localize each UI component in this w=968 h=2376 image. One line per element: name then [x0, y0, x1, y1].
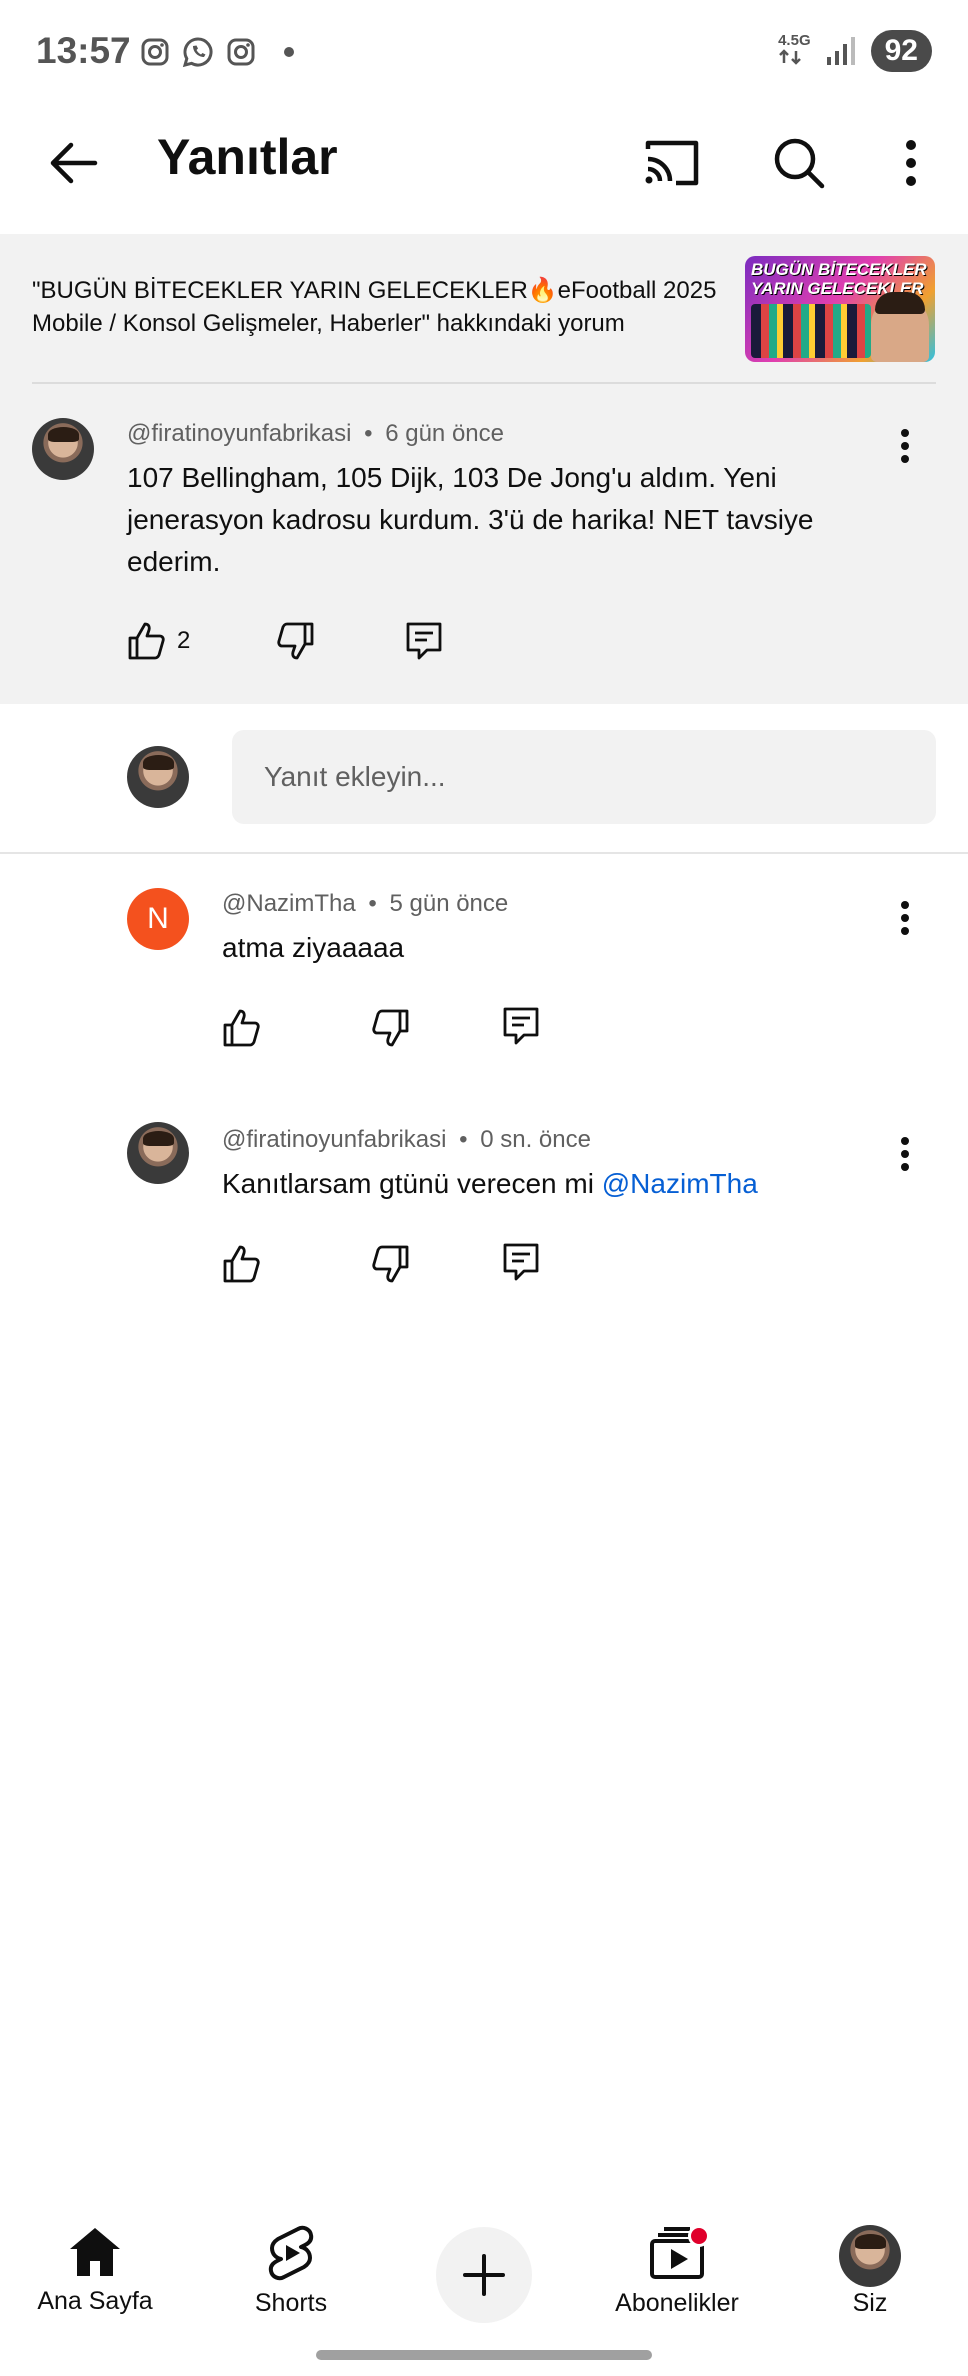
comment-time: 6 gün önce	[385, 420, 504, 447]
shorts-icon	[268, 2225, 314, 2281]
comment-text: Kanıtlarsam gtünü verecen mi @NazimTha	[222, 1163, 882, 1205]
nav-shorts-label: Shorts	[254, 2289, 328, 2317]
comment-time: 5 gün önce	[389, 890, 509, 917]
status-bar: 13:57 4.5G 92	[0, 0, 968, 108]
data-arrows-icon	[779, 48, 801, 65]
comment-text: 107 Bellingham, 105 Dijk, 103 De Jong'u …	[127, 462, 814, 577]
video-context-header[interactable]: "BUGÜN BİTECEKLER YARIN GELECEKLER🔥eFoot…	[0, 234, 968, 384]
reply-button[interactable]	[502, 1242, 540, 1282]
nav-subscriptions[interactable]: Abonelikler	[592, 2225, 762, 2335]
avatar[interactable]	[127, 1122, 189, 1184]
search-icon	[774, 138, 825, 189]
status-indicators: 4.5G 92	[778, 30, 932, 72]
comment-author[interactable]: @firatinoyunfabrikasi	[127, 420, 351, 447]
new-content-dot-icon	[688, 2225, 710, 2247]
comment-meta: @firatinoyunfabrikasi • 0 sn. önce	[222, 1126, 591, 1154]
thumbs-up-icon	[223, 1245, 260, 1283]
cast-icon	[645, 140, 699, 186]
dislike-button[interactable]	[370, 1008, 410, 1048]
nav-you-label: Siz	[852, 2289, 888, 2317]
nav-home-label: Ana Sayfa	[37, 2287, 153, 2315]
avatar[interactable]: N	[127, 888, 189, 950]
comment-author[interactable]: @firatinoyunfabrikasi	[222, 1126, 446, 1153]
reply-button[interactable]	[502, 1006, 540, 1046]
cast-button[interactable]	[633, 124, 711, 202]
home-indicator[interactable]	[316, 2350, 652, 2360]
video-thumbnail[interactable]: BUGÜN BİTECEKLER YARIN GELECEKLER	[745, 256, 935, 362]
dislike-button[interactable]	[370, 1244, 410, 1284]
mention-link[interactable]: @NazimTha	[602, 1168, 758, 1199]
more-vert-icon	[901, 429, 909, 463]
video-comment-context: "BUGÜN BİTECEKLER YARIN GELECEKLER🔥eFoot…	[32, 277, 717, 337]
comment-menu-button[interactable]	[883, 1124, 927, 1184]
thumbs-down-icon	[277, 622, 314, 660]
comment-icon	[503, 1007, 539, 1045]
status-app-icons	[140, 36, 294, 68]
comment-author[interactable]: @NazimTha	[222, 890, 356, 917]
app-bar: Yanıtlar	[0, 108, 968, 234]
plus-icon	[463, 2254, 505, 2296]
thumbs-down-icon	[372, 1245, 409, 1283]
instagram-icon	[226, 37, 256, 67]
create-button[interactable]	[436, 2227, 532, 2323]
avatar	[127, 746, 189, 808]
notification-dot-icon	[284, 47, 294, 57]
thumbs-up-icon	[223, 1009, 260, 1047]
comment-menu-button[interactable]	[883, 888, 927, 948]
battery-indicator: 92	[870, 30, 932, 72]
reply-button[interactable]	[405, 621, 443, 661]
more-vert-icon	[906, 140, 916, 186]
signal-icon	[826, 37, 855, 65]
nav-shorts[interactable]: Shorts	[206, 2225, 376, 2335]
meta-separator: •	[368, 890, 377, 917]
like-button[interactable]: 2	[127, 621, 190, 661]
nav-home[interactable]: Ana Sayfa	[10, 2225, 180, 2335]
like-button[interactable]	[222, 1008, 262, 1048]
comment-text-body: Kanıtlarsam gtünü verecen mi	[222, 1168, 602, 1199]
avatar[interactable]	[32, 418, 94, 480]
comment-menu-button[interactable]	[883, 416, 927, 476]
arrow-left-icon	[50, 142, 98, 184]
thumbs-down-icon	[372, 1009, 409, 1047]
comment-text: atma ziyaaaaa	[222, 932, 405, 963]
thumbnail-face	[871, 292, 929, 362]
thumbnail-player-cards	[751, 304, 871, 358]
meta-separator: •	[459, 1126, 468, 1153]
thumbs-up-icon	[128, 622, 165, 660]
comment-icon	[406, 622, 442, 660]
network-label: 4.5G	[778, 31, 811, 49]
nav-subscriptions-label: Abonelikler	[615, 2289, 739, 2317]
avatar	[839, 2225, 901, 2287]
meta-separator: •	[364, 420, 373, 447]
comment-meta: @NazimTha • 5 gün önce	[222, 890, 508, 918]
network-indicator: 4.5G	[778, 31, 811, 70]
reply-input[interactable]: Yanıt ekleyin...	[232, 730, 936, 824]
comment-icon	[503, 1243, 539, 1281]
status-time: 13:57	[36, 30, 131, 71]
dislike-button[interactable]	[275, 621, 315, 661]
more-options-button[interactable]	[872, 124, 950, 202]
comment-meta: @firatinoyunfabrikasi • 6 gün önce	[127, 420, 504, 448]
page-title: Yanıtlar	[157, 129, 338, 185]
whatsapp-icon	[182, 36, 214, 68]
comment-time: 0 sn. önce	[480, 1126, 591, 1153]
home-icon	[70, 2228, 120, 2276]
reply-composer: Yanıt ekleyin...	[0, 704, 968, 854]
more-vert-icon	[901, 1137, 909, 1171]
nav-you[interactable]: Siz	[785, 2225, 955, 2335]
parent-comment: @firatinoyunfabrikasi • 6 gün önce 107 B…	[0, 384, 968, 704]
like-count: 2	[177, 627, 191, 654]
instagram-icon	[140, 37, 170, 67]
search-button[interactable]	[760, 124, 838, 202]
more-vert-icon	[901, 901, 909, 935]
divider	[0, 852, 968, 854]
back-button[interactable]	[34, 124, 112, 202]
like-button[interactable]	[222, 1244, 262, 1284]
